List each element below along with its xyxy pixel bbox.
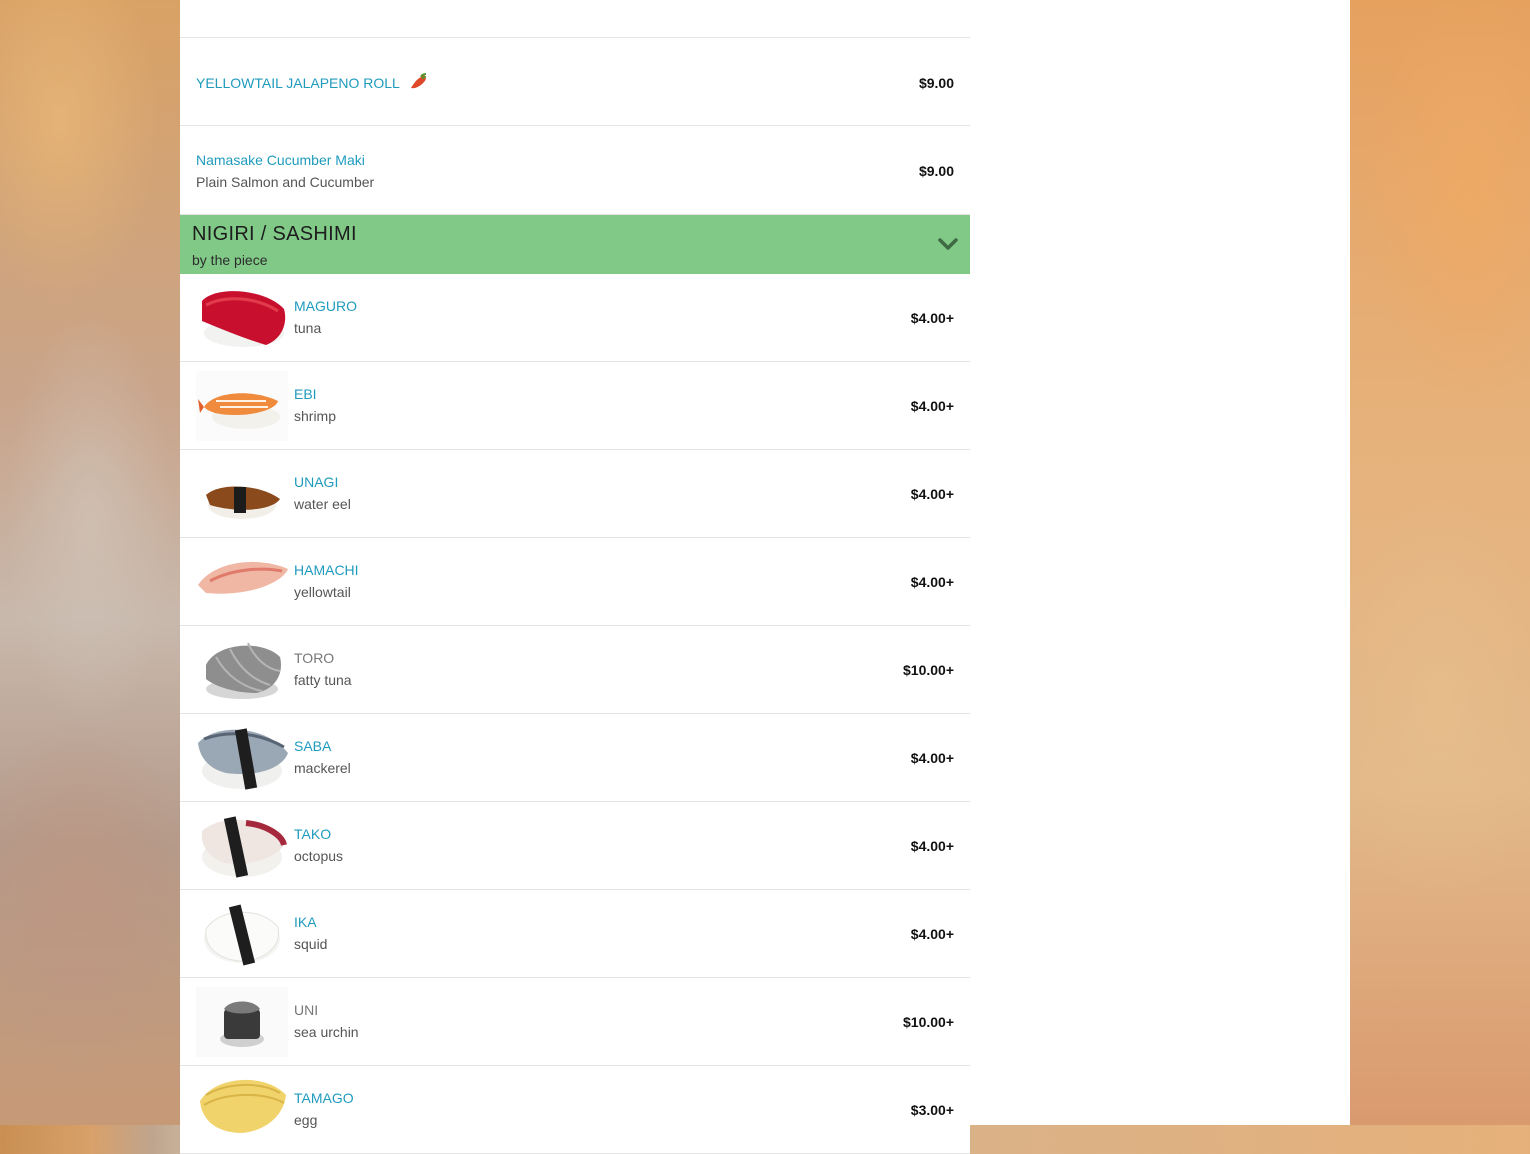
- item-name[interactable]: SABA: [294, 738, 331, 754]
- hamachi-thumbnail[interactable]: [196, 547, 288, 617]
- chevron-down-icon[interactable]: [938, 237, 958, 251]
- item-description: egg: [294, 1112, 318, 1128]
- item-description: octopus: [294, 848, 344, 864]
- tako-thumbnail[interactable]: [196, 811, 288, 881]
- menu-item[interactable]: HAMACHI yellowtail $4.00+: [180, 538, 970, 626]
- menu-item[interactable]: TAMAGO egg $3.00+: [180, 1066, 970, 1154]
- item-name[interactable]: EBI: [294, 386, 317, 402]
- section-subtitle: by the piece: [192, 252, 268, 268]
- menu-item[interactable]: IKA squid $4.00+: [180, 890, 970, 978]
- item-price: $10.00+: [903, 1014, 954, 1030]
- item-description: shrimp: [294, 408, 337, 424]
- item-name[interactable]: Namasake Cucumber Maki: [196, 152, 365, 168]
- background-right: [1350, 0, 1530, 1125]
- menu-item[interactable]: Namasake Cucumber Maki Plain Salmon and …: [180, 126, 970, 215]
- item-price: $4.00+: [910, 310, 954, 326]
- saba-thumbnail[interactable]: [196, 723, 288, 793]
- item-description: water eel: [294, 496, 351, 512]
- item-price: $4.00+: [910, 398, 954, 414]
- menu-item-partial[interactable]: [180, 0, 970, 38]
- item-price: $9.00: [918, 75, 954, 91]
- item-description: tuna: [294, 320, 322, 336]
- item-name[interactable]: UNI: [294, 1002, 318, 1018]
- menu-item[interactable]: MAGURO tuna $4.00+: [180, 274, 970, 362]
- item-description: sea urchin: [294, 1024, 359, 1040]
- item-price: $9.00: [918, 163, 954, 179]
- toro-thumbnail[interactable]: [196, 635, 288, 705]
- item-description: mackerel: [294, 760, 351, 776]
- item-price: $3.00+: [910, 1102, 954, 1118]
- menu-item[interactable]: EBI shrimp $4.00+: [180, 362, 970, 450]
- item-price: $4.00+: [910, 486, 954, 502]
- ebi-thumbnail[interactable]: [196, 371, 288, 441]
- item-name[interactable]: HAMACHI: [294, 562, 359, 578]
- menu-item[interactable]: UNI sea urchin $10.00+: [180, 978, 970, 1066]
- uni-thumbnail[interactable]: [196, 987, 288, 1057]
- item-name[interactable]: TAMAGO: [294, 1090, 354, 1106]
- section-header-nigiri-sashimi[interactable]: NIGIRI / SASHIMI by the piece: [180, 215, 970, 274]
- menu-item[interactable]: YELLOWTAIL JALAPENO ROLL $9.00: [180, 38, 970, 126]
- item-name[interactable]: MAGURO: [294, 298, 357, 314]
- ika-thumbnail[interactable]: [196, 899, 288, 969]
- item-name[interactable]: YELLOWTAIL JALAPENO ROLL: [196, 75, 400, 91]
- item-price: $4.00+: [910, 750, 954, 766]
- item-description: squid: [294, 936, 328, 952]
- item-name[interactable]: TORO: [294, 650, 334, 666]
- tamago-thumbnail[interactable]: [196, 1075, 288, 1145]
- item-description: yellowtail: [294, 584, 351, 600]
- page-content: YELLOWTAIL JALAPENO ROLL $9.00 Namasake …: [180, 0, 1350, 1154]
- item-price: $10.00+: [903, 662, 954, 678]
- item-description: Plain Salmon and Cucumber: [196, 174, 375, 190]
- menu-item[interactable]: TAKO octopus $4.00+: [180, 802, 970, 890]
- item-price: $4.00+: [910, 926, 954, 942]
- item-name[interactable]: UNAGI: [294, 474, 338, 490]
- item-name[interactable]: TAKO: [294, 826, 331, 842]
- item-price: $4.00+: [910, 574, 954, 590]
- item-price: $4.00+: [910, 838, 954, 854]
- menu-item[interactable]: TORO fatty tuna $10.00+: [180, 626, 970, 714]
- chili-pepper-icon: [408, 72, 430, 97]
- section-title: NIGIRI / SASHIMI: [192, 223, 357, 245]
- item-name[interactable]: IKA: [294, 914, 317, 930]
- maguro-thumbnail[interactable]: [196, 283, 288, 353]
- menu-item[interactable]: SABA mackerel $4.00+: [180, 714, 970, 802]
- menu-item[interactable]: UNAGI water eel $4.00+: [180, 450, 970, 538]
- item-description: fatty tuna: [294, 672, 352, 688]
- background-left: [0, 0, 180, 1125]
- unagi-thumbnail[interactable]: [196, 459, 288, 529]
